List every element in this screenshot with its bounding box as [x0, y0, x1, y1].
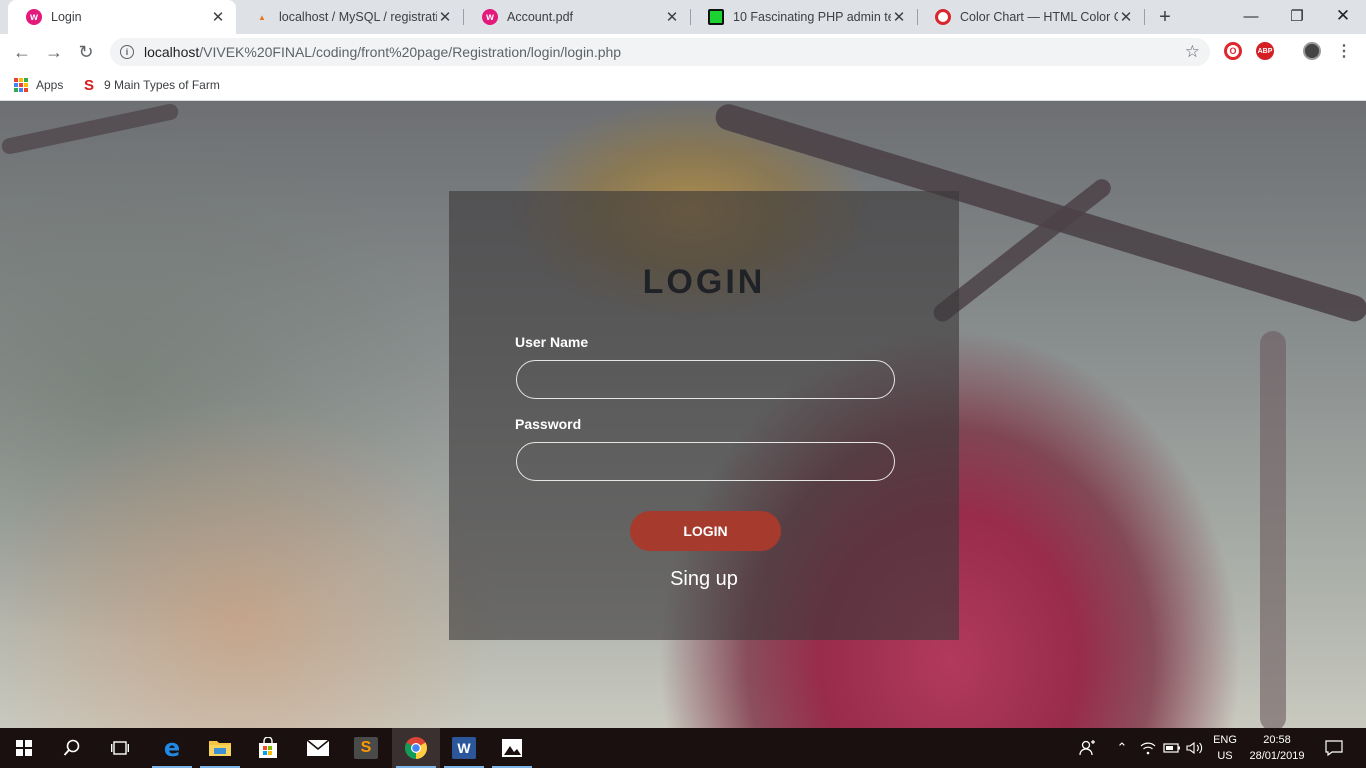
url-text[interactable]: localhost/VIVEK%20FINAL/coding/front%20p… [144, 44, 621, 60]
volume-tray-icon[interactable] [1184, 728, 1206, 768]
taskbar-file-explorer[interactable] [196, 728, 244, 768]
clock-time: 20:58 [1263, 734, 1291, 746]
clock[interactable]: 20:58 28/01/2019 [1244, 732, 1310, 764]
back-button[interactable]: ← [8, 38, 36, 66]
edge-icon: e [163, 734, 181, 762]
bookmark-label: 9 Main Types of Farm [104, 78, 220, 92]
close-icon[interactable]: ✕ [1118, 9, 1134, 26]
language-code: ENG [1213, 734, 1237, 746]
tab-title: localhost / MySQL / registratio [279, 10, 437, 24]
windows-taskbar: e S W ⌃ ENG US 20:58 28/01/2019 [0, 728, 1366, 768]
close-icon[interactable]: ✕ [891, 9, 907, 26]
url-host: localhost [144, 44, 200, 60]
background-branch [0, 102, 180, 156]
close-icon[interactable]: ✕ [664, 9, 680, 26]
address-bar[interactable]: i localhost/VIVEK%20FINAL/coding/front%2… [110, 38, 1210, 66]
battery-tray-icon[interactable] [1160, 728, 1184, 768]
background-branch [1260, 331, 1286, 728]
tab-account-pdf[interactable]: w Account.pdf ✕ [464, 0, 690, 34]
username-input[interactable] [516, 360, 895, 399]
password-label: Password [515, 416, 582, 432]
battery-icon [1163, 743, 1180, 753]
bookmark-label: Apps [36, 78, 64, 92]
phpmyadmin-icon: ▲ [258, 12, 266, 22]
login-button[interactable]: LOGIN [630, 511, 781, 551]
chrome-icon [405, 737, 427, 759]
tab-title: Login [51, 10, 82, 24]
bookmark-farm-types[interactable]: S 9 Main Types of Farm [84, 76, 220, 94]
minimize-button[interactable]: — [1228, 0, 1274, 32]
login-title: LOGIN [642, 263, 766, 301]
url-path: /VIVEK%20FINAL/coding/front%20page/Regis… [199, 44, 622, 60]
password-input[interactable] [516, 442, 895, 481]
info-icon[interactable]: i [120, 45, 134, 59]
store-icon [259, 737, 277, 758]
clock-date: 28/01/2019 [1249, 750, 1305, 762]
taskbar-mail[interactable] [294, 728, 342, 768]
taskbar-word[interactable]: W [440, 728, 488, 768]
volume-icon [1186, 741, 1203, 755]
tab-separator [1144, 9, 1145, 25]
chevron-up-icon: ⌃ [1116, 740, 1128, 755]
menu-icon[interactable]: ⋮ [1336, 42, 1352, 62]
folder-icon [209, 741, 231, 756]
close-icon[interactable]: ✕ [437, 9, 453, 26]
green-site-icon [708, 9, 724, 25]
opera-icon [935, 9, 951, 25]
bookmarks-bar: Apps S 9 Main Types of Farm [0, 70, 1366, 101]
people-tray-icon[interactable] [1074, 728, 1102, 768]
login-panel: LOGIN User Name Password LOGIN Sing up [449, 191, 959, 640]
username-label: User Name [515, 334, 589, 350]
wamp-icon: w [482, 9, 498, 25]
close-icon[interactable]: ✕ [210, 9, 226, 26]
taskbar-edge[interactable]: e [148, 728, 196, 768]
task-view-icon [111, 741, 129, 755]
wifi-icon [1140, 742, 1156, 755]
bookmark-apps[interactable]: Apps [14, 76, 63, 94]
tab-title: Color Chart — HTML Color Co [960, 10, 1118, 24]
action-center-button[interactable] [1318, 728, 1350, 768]
search-icon [63, 739, 80, 756]
show-hidden-icons-button[interactable]: ⌃ [1110, 728, 1134, 768]
taskbar-sublime-text[interactable]: S [342, 728, 390, 768]
taskbar-store[interactable] [244, 728, 292, 768]
taskbar-chrome[interactable] [392, 728, 440, 768]
word-icon: W [452, 737, 476, 759]
language-indicator[interactable]: ENG US [1210, 732, 1240, 764]
page-background: LOGIN User Name Password LOGIN Sing up [0, 101, 1366, 728]
tab-login[interactable]: w Login ✕ [8, 0, 236, 34]
s-logo-icon: S [84, 76, 95, 94]
reload-button[interactable]: ↻ [72, 38, 100, 66]
apps-grid-icon [14, 78, 28, 92]
tab-title: 10 Fascinating PHP admin tem [733, 10, 891, 24]
close-window-button[interactable]: ✕ [1320, 0, 1366, 32]
opera-extension-icon[interactable]: O [1224, 42, 1242, 60]
browser-toolbar: ← → ↻ i localhost/VIVEK%20FINAL/coding/f… [0, 34, 1366, 70]
restore-button[interactable]: ❐ [1274, 0, 1320, 32]
tab-strip: w Login ✕ ▲ localhost / MySQL / registra… [0, 0, 1366, 34]
sublime-text-icon: S [354, 737, 378, 759]
language-region: US [1217, 750, 1233, 762]
forward-button[interactable]: → [40, 38, 68, 66]
tab-php-admin[interactable]: 10 Fascinating PHP admin tem ✕ [690, 0, 917, 34]
mail-icon [306, 739, 330, 756]
taskbar-photos[interactable] [488, 728, 536, 768]
tab-color-chart[interactable]: Color Chart — HTML Color Co ✕ [917, 0, 1144, 34]
windows-start-icon [16, 740, 32, 756]
task-view-button[interactable] [96, 728, 144, 768]
people-icon [1079, 740, 1095, 756]
taskbar-search-button[interactable] [48, 728, 96, 768]
new-tab-button[interactable]: + [1154, 6, 1176, 28]
start-button[interactable] [0, 728, 48, 768]
signup-link[interactable]: Sing up [449, 568, 959, 591]
notification-icon [1325, 740, 1343, 756]
adblock-plus-icon[interactable]: ABP [1256, 42, 1274, 60]
photos-icon [502, 739, 522, 757]
tab-phpmyadmin[interactable]: ▲ localhost / MySQL / registratio ✕ [236, 0, 463, 34]
bookmark-star-icon[interactable]: ☆ [1185, 42, 1200, 62]
wamp-icon: w [26, 9, 42, 25]
tab-title: Account.pdf [507, 10, 574, 24]
wifi-tray-icon[interactable] [1136, 728, 1160, 768]
profile-avatar[interactable] [1303, 42, 1321, 60]
